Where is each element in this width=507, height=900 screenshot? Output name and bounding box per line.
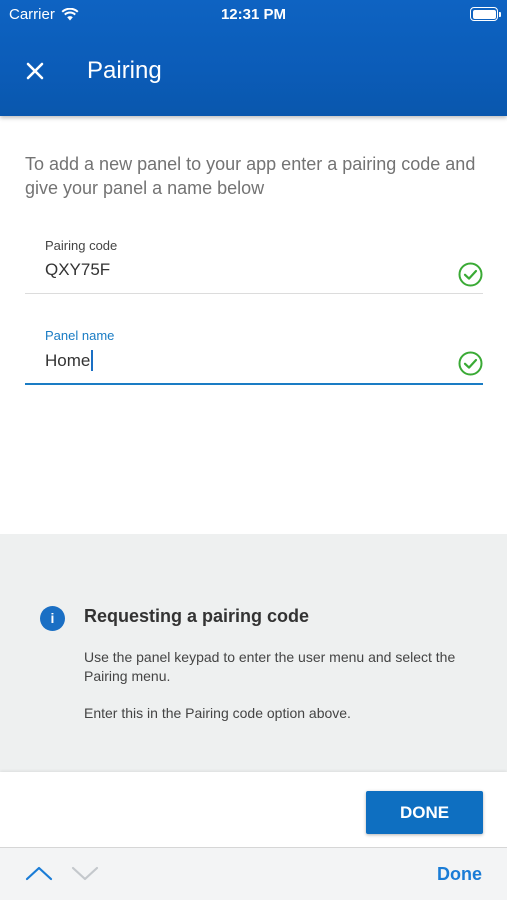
info-paragraph-2: Enter this in the Pairing code option ab… xyxy=(84,705,351,721)
info-title: Requesting a pairing code xyxy=(84,606,310,626)
info-icon: i xyxy=(40,606,65,631)
pairing-code-field[interactable]: Pairing code QXY75F xyxy=(25,238,483,296)
close-button[interactable] xyxy=(20,56,50,86)
keyboard-done-button[interactable]: Done xyxy=(437,864,482,885)
info-paragraph-1: Use the panel keypad to enter the user m… xyxy=(84,649,456,684)
intro-text: To add a new panel to your app enter a p… xyxy=(25,154,476,198)
check-circle-icon xyxy=(458,262,483,287)
app-header: Carrier 12:31 PM Pairing xyxy=(0,0,507,116)
info-panel: i Requesting a pairing code Use the pane… xyxy=(0,534,507,772)
pairing-code-input[interactable]: QXY75F xyxy=(45,260,110,280)
status-bar: Carrier 12:31 PM xyxy=(0,0,507,30)
chevron-up-icon[interactable] xyxy=(24,862,54,884)
close-icon xyxy=(26,62,44,80)
battery-icon xyxy=(470,7,501,21)
action-bar: DONE xyxy=(0,772,507,847)
page-title: Pairing xyxy=(87,57,162,84)
done-button[interactable]: DONE xyxy=(366,791,483,834)
panel-name-label: Panel name xyxy=(45,328,115,343)
status-time: 12:31 PM xyxy=(220,6,287,23)
check-circle-icon xyxy=(458,351,483,376)
panel-name-input[interactable]: Home xyxy=(45,350,94,371)
panel-name-underline xyxy=(25,383,483,385)
pairing-code-label: Pairing code xyxy=(45,238,118,253)
chevron-down-icon[interactable] xyxy=(70,862,100,884)
pairing-code-value: QXY75F xyxy=(45,260,111,279)
panel-name-value: Home xyxy=(45,350,91,370)
keyboard-accessory-bar: Done xyxy=(0,847,507,900)
pairing-code-underline xyxy=(25,293,483,294)
text-cursor xyxy=(91,350,94,371)
nav-bar: Pairing xyxy=(0,46,507,96)
panel-name-field[interactable]: Panel name Home xyxy=(25,328,483,388)
